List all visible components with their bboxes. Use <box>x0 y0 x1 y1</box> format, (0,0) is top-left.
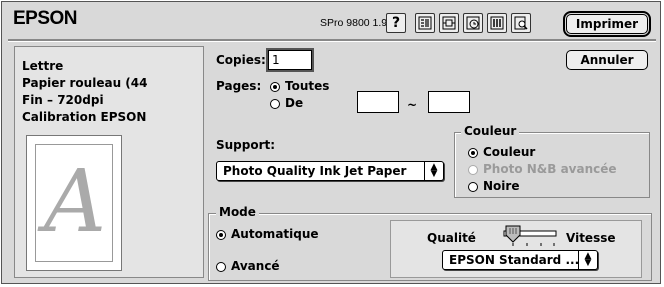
mode-option-automatic: Automatique <box>231 227 319 241</box>
utility-icon[interactable] <box>415 13 435 33</box>
color-option-color: Couleur <box>483 145 536 159</box>
copies-input[interactable]: 1 <box>266 48 314 72</box>
paper-preview: A <box>26 135 122 271</box>
printer-status-icon[interactable] <box>463 13 483 33</box>
copies-label: Copies: <box>216 53 266 67</box>
pages-from-input[interactable] <box>357 91 399 113</box>
summary-paper-size: Lettre <box>22 59 64 73</box>
pages-to-input[interactable] <box>428 91 470 113</box>
color-radio-black[interactable] <box>468 182 478 192</box>
speed-label: Vitesse <box>566 231 616 245</box>
paper-printable-area: A <box>35 144 113 262</box>
header-divider <box>8 39 656 42</box>
media-type-value: Photo Quality Ink Jet Paper <box>223 164 407 178</box>
epson-logo: EPSON <box>13 8 78 29</box>
summary-paper-source: Papier rouleau (44 <box>22 76 148 90</box>
mode-option-advanced: Avancé <box>231 259 280 273</box>
pages-all-radio[interactable] <box>270 82 280 92</box>
pages-range-radio[interactable] <box>270 99 280 109</box>
print-dialog: EPSON SPro 9800 1.93F ? Imprimer Annuler… <box>1 1 661 284</box>
quality-speed-slider[interactable] <box>500 224 560 250</box>
quality-preset-select[interactable]: EPSON Standard ... ▲ ▼ <box>442 250 598 270</box>
chevron-updown-icon: ▲ ▼ <box>578 251 597 269</box>
pages-label: Pages: <box>216 79 262 93</box>
pages-all-label: Toutes <box>285 79 330 93</box>
color-radio-color[interactable] <box>468 148 478 158</box>
preview-icon[interactable] <box>511 13 531 33</box>
color-group-title: Couleur <box>461 124 520 138</box>
color-option-black: Noire <box>483 179 520 193</box>
quality-label: Qualité <box>427 231 476 245</box>
color-radio-advanced-bw[interactable] <box>468 165 478 175</box>
layout-icon[interactable] <box>439 13 459 33</box>
cancel-button[interactable]: Annuler <box>566 50 648 70</box>
help-button[interactable]: ? <box>386 13 406 33</box>
mode-radio-advanced[interactable] <box>216 262 226 272</box>
chevron-updown-icon: ▲ ▼ <box>424 162 443 180</box>
ink-levels-icon[interactable] <box>487 13 507 33</box>
print-button[interactable]: Imprimer <box>563 11 651 37</box>
media-type-select[interactable]: Photo Quality Ink Jet Paper ▲ ▼ <box>216 161 444 181</box>
mode-group-title: Mode <box>216 205 259 219</box>
pages-range-label: De <box>285 96 304 110</box>
support-label: Support: <box>216 138 276 152</box>
color-option-advanced-bw: Photo N&B avancée <box>483 162 617 176</box>
pages-range-separator: ~ <box>407 98 418 112</box>
summary-resolution: Fin – 720dpi <box>22 93 104 107</box>
quality-preset-value: EPSON Standard ... <box>449 253 580 267</box>
mode-radio-automatic[interactable] <box>216 230 226 240</box>
preview-letter: A <box>43 152 107 252</box>
summary-calibration: Calibration EPSON <box>22 110 147 124</box>
